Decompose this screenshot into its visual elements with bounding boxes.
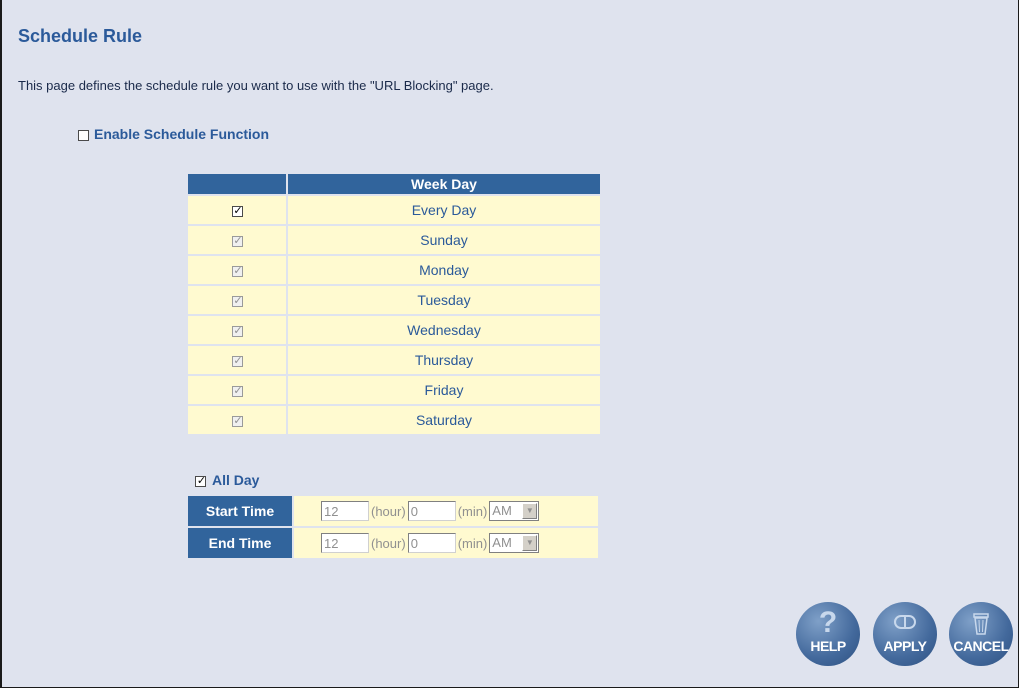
start-ampm-value: AM: [492, 503, 512, 518]
week-table-header: Week Day: [288, 174, 600, 194]
start-hour-input[interactable]: 12: [321, 501, 369, 521]
help-button-label: HELP: [810, 638, 846, 654]
checkmark-icon: ✓: [196, 474, 207, 487]
table-row: ✓ Saturday: [188, 406, 600, 434]
enable-schedule-checkbox[interactable]: [78, 129, 89, 141]
monday-checkbox[interactable]: ✓: [231, 264, 243, 277]
day-label: Sunday: [288, 226, 600, 254]
table-row: ✓ Every Day: [188, 196, 600, 224]
cancel-button[interactable]: CANCEL: [949, 602, 1013, 666]
day-label: Thursday: [288, 346, 600, 374]
day-label: Wednesday: [288, 316, 600, 344]
enable-schedule-label: Enable Schedule Function: [94, 126, 270, 142]
day-label: Saturday: [288, 406, 600, 434]
triangle-down-icon[interactable]: ▼: [522, 503, 538, 519]
day-label: Every Day: [288, 196, 600, 224]
start-time-label: Start Time: [188, 496, 294, 526]
enable-schedule-row: Enable Schedule Function: [78, 126, 269, 142]
page-description: This page defines the schedule rule you …: [18, 78, 494, 93]
saturday-checkbox[interactable]: ✓: [231, 414, 243, 427]
week-table-header-checkbox-col: [188, 174, 288, 194]
start-time-row: Start Time 12 (hour) 0 (min) AM ▼: [188, 496, 598, 526]
every-day-checkbox[interactable]: ✓: [231, 204, 243, 217]
question-mark-icon: ?: [818, 606, 838, 639]
min-unit-label: (min): [457, 535, 488, 551]
checkmark-icon: ✓: [233, 294, 243, 307]
table-row: ✓ Tuesday: [188, 286, 600, 314]
all-day-checkbox[interactable]: ✓: [195, 474, 207, 487]
week-day-table: Week Day ✓ Every Day ✓ Sunday ✓ Monday ✓…: [188, 172, 600, 436]
checkmark-icon: ✓: [233, 354, 243, 367]
day-label: Tuesday: [288, 286, 600, 314]
day-label: Friday: [288, 376, 600, 404]
thursday-checkbox[interactable]: ✓: [231, 354, 243, 367]
table-row: ✓ Sunday: [188, 226, 600, 254]
checkmark-icon: ✓: [233, 414, 243, 427]
end-hour-input[interactable]: 12: [321, 533, 369, 553]
all-day-row: ✓ All Day: [195, 472, 259, 488]
friday-checkbox[interactable]: ✓: [231, 384, 243, 397]
checkmark-icon: ✓: [233, 384, 243, 397]
time-table: Start Time 12 (hour) 0 (min) AM ▼ End Time 12…: [188, 494, 598, 560]
page-frame: Schedule Rule This page defines the sche…: [0, 0, 1019, 688]
hour-unit-label: (hour): [371, 535, 406, 551]
start-ampm-select[interactable]: AM ▼: [489, 501, 540, 521]
table-row: ✓ Monday: [188, 256, 600, 284]
end-ampm-select[interactable]: AM ▼: [489, 533, 540, 553]
table-row: ✓ Thursday: [188, 346, 600, 374]
all-day-label: All Day: [212, 472, 260, 488]
hour-unit-label: (hour): [371, 503, 406, 519]
wednesday-checkbox[interactable]: ✓: [231, 324, 243, 337]
checkmark-icon: ✓: [233, 204, 243, 217]
page-title: Schedule Rule: [18, 26, 143, 46]
checkmark-icon: ✓: [233, 264, 243, 277]
start-min-input[interactable]: 0: [407, 501, 456, 521]
min-unit-label: (min): [457, 503, 488, 519]
end-time-row: End Time 12 (hour) 0 (min) AM ▼: [188, 528, 598, 558]
checkmark-icon: ✓: [233, 234, 243, 247]
checkmark-icon: ✓: [233, 324, 243, 337]
cancel-button-label: CANCEL: [953, 638, 1009, 654]
apply-button-label: APPLY: [883, 638, 927, 654]
end-time-label: End Time: [188, 528, 294, 558]
table-row: ✓ Friday: [188, 376, 600, 404]
sunday-checkbox[interactable]: ✓: [231, 234, 243, 247]
triangle-down-icon[interactable]: ▼: [522, 535, 538, 551]
table-row: ✓ Wednesday: [188, 316, 600, 344]
help-button[interactable]: ? HELP: [796, 602, 860, 666]
end-min-input[interactable]: 0: [407, 533, 456, 553]
apply-button[interactable]: APPLY: [873, 602, 937, 666]
end-ampm-value: AM: [492, 535, 512, 550]
day-label: Monday: [288, 256, 600, 284]
tuesday-checkbox[interactable]: ✓: [231, 294, 243, 307]
